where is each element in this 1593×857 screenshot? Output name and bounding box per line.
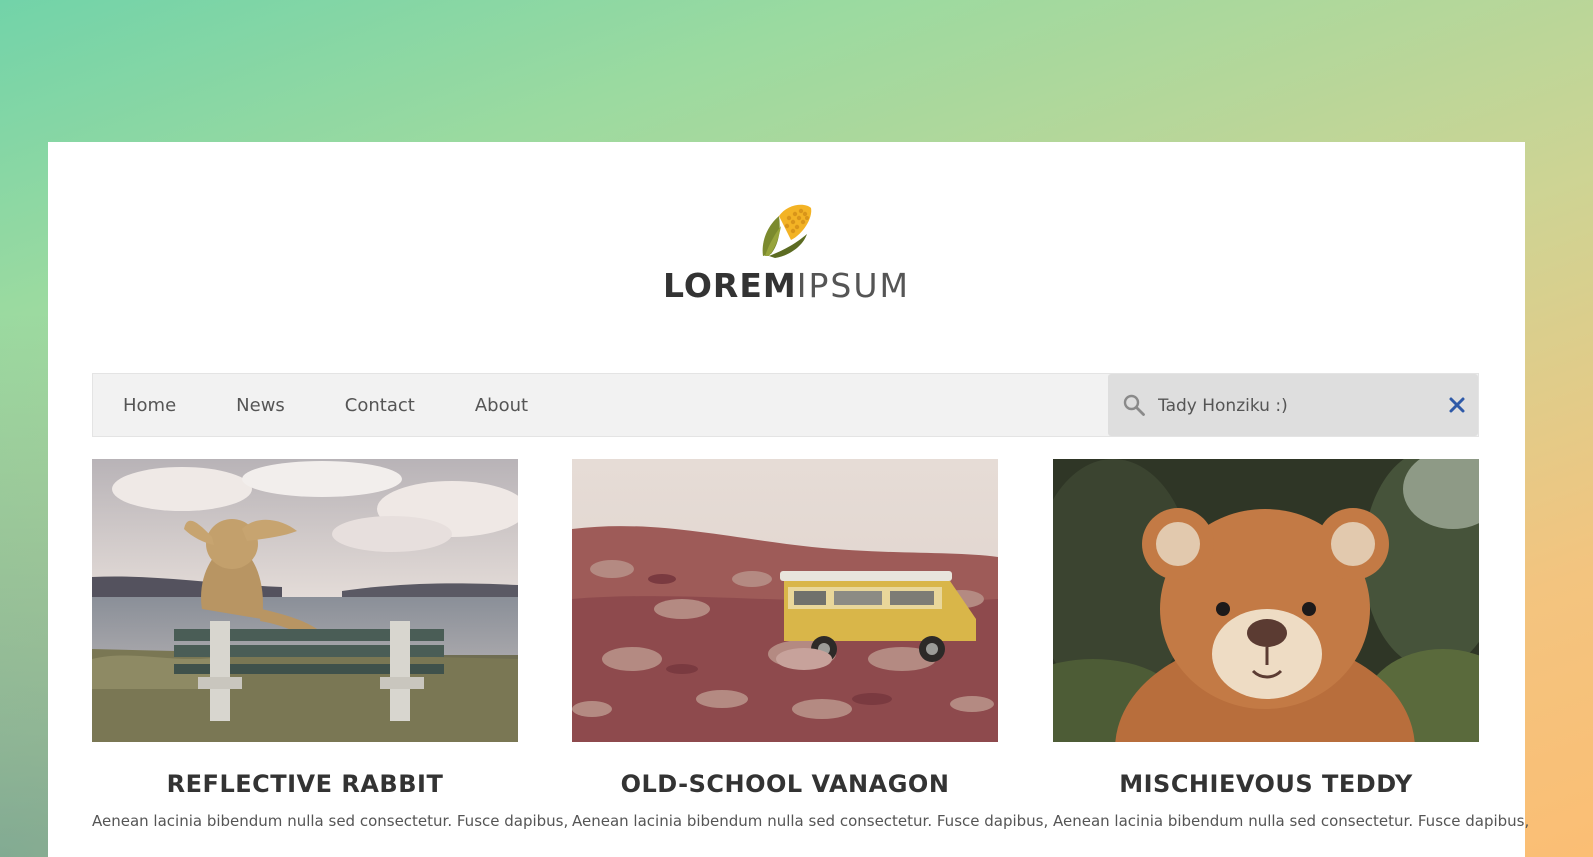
nav-item-news[interactable]: News bbox=[236, 395, 285, 416]
post-excerpt: Aenean lacinia bibendum nulla sed consec… bbox=[92, 812, 569, 830]
brand-name-bold: LOREM bbox=[663, 266, 797, 305]
nav-item-about[interactable]: About bbox=[475, 395, 528, 416]
post-title[interactable]: REFLECTIVE RABBIT bbox=[92, 770, 518, 798]
search-input[interactable] bbox=[1156, 388, 1430, 424]
teddy-bear-photo[interactable] bbox=[1053, 459, 1479, 742]
brand-name-light: IPSUM bbox=[796, 266, 910, 305]
post-title[interactable]: MISCHIEVOUS TEDDY bbox=[1053, 770, 1479, 798]
nav-menu: Home News Contact About bbox=[93, 374, 588, 436]
search-icon[interactable] bbox=[1122, 393, 1146, 417]
post-card: REFLECTIVE RABBIT Aenean lacinia bibendu… bbox=[92, 459, 569, 830]
corn-icon bbox=[762, 204, 811, 258]
page-card: LOREMIPSUM Home News Contact About Tady … bbox=[48, 142, 1530, 857]
nav-item-contact[interactable]: Contact bbox=[345, 395, 415, 416]
close-icon[interactable] bbox=[1448, 396, 1466, 414]
brand-name: LOREMIPSUM bbox=[48, 266, 1525, 306]
post-card: OLD-SCHOOL VANAGON Aenean lacinia bibend… bbox=[572, 459, 1049, 830]
site-logo[interactable]: LOREMIPSUM bbox=[48, 200, 1525, 306]
yellow-van-photo[interactable] bbox=[572, 459, 998, 742]
post-card: MISCHIEVOUS TEDDY Aenean lacinia bibendu… bbox=[1053, 459, 1530, 830]
rabbit-on-bench-photo[interactable] bbox=[92, 459, 518, 742]
post-excerpt: Aenean lacinia bibendum nulla sed consec… bbox=[1053, 812, 1530, 830]
post-excerpt: Aenean lacinia bibendum nulla sed consec… bbox=[572, 812, 1049, 830]
main-navbar: Home News Contact About bbox=[92, 373, 1479, 437]
search-box bbox=[1108, 374, 1478, 436]
post-title[interactable]: OLD-SCHOOL VANAGON bbox=[572, 770, 998, 798]
nav-item-home[interactable]: Home bbox=[123, 395, 176, 416]
